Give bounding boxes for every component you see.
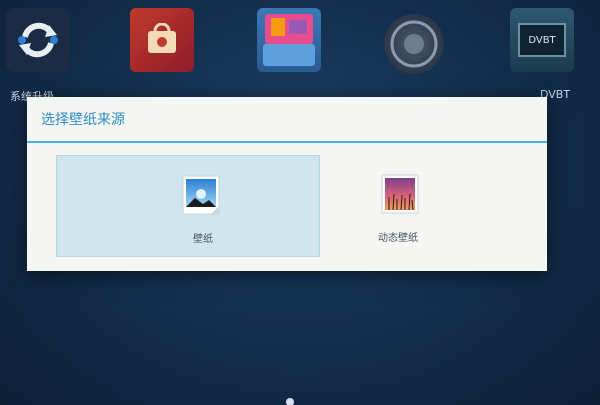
system-update-app[interactable]: [6, 8, 70, 72]
dialog-title: 选择壁纸来源: [41, 112, 125, 128]
page-indicator-dot: [286, 398, 294, 405]
home-launcher: 系统升级 DVBT DVBT: [0, 0, 600, 103]
live-wallpaper-option-label: 动态壁纸: [378, 233, 418, 244]
live-wallpaper-icon: [381, 174, 419, 214]
wallpaper-option-label: 壁纸: [193, 234, 213, 245]
title-divider: [27, 141, 547, 143]
tv-icon: DVBT: [518, 23, 566, 57]
wallpaper-image-icon: [182, 175, 220, 215]
wallpaper-option[interactable]: 壁纸: [56, 155, 320, 257]
wallpaper-source-dialog: 选择壁纸来源 壁纸 动态壁纸: [27, 97, 547, 271]
settings-app[interactable]: [384, 14, 444, 74]
sync-icon: [18, 22, 58, 58]
files-app[interactable]: [257, 8, 321, 72]
store-app[interactable]: [130, 8, 194, 72]
dvbt-app[interactable]: DVBT: [510, 8, 574, 72]
settings-icon: [390, 20, 438, 68]
store-icon: [148, 23, 176, 53]
files-icon: [263, 14, 315, 66]
live-wallpaper-option[interactable]: 动态壁纸: [321, 155, 539, 255]
